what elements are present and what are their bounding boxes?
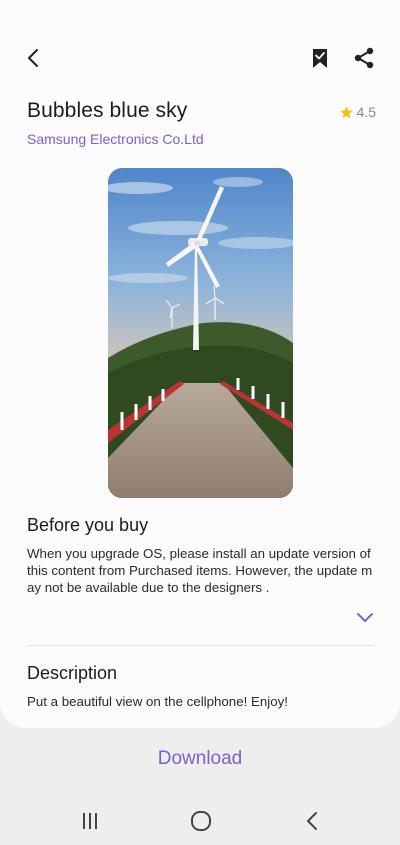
recents-icon — [83, 813, 97, 829]
section-divider — [27, 645, 375, 646]
download-button[interactable]: Download — [0, 748, 400, 770]
rating: 4.5 — [339, 104, 376, 120]
before-you-buy-text: When you upgrade OS, please install an u… — [27, 546, 373, 595]
detail-card: Bubbles blue sky 4.5 Samsung Electronics… — [0, 0, 400, 728]
home-icon — [191, 811, 211, 831]
back-icon — [307, 812, 317, 830]
description-heading: Description — [27, 663, 118, 683]
publisher-link[interactable]: Samsung Electronics Co.Ltd — [27, 131, 204, 147]
bookmark-button[interactable] — [308, 46, 332, 70]
system-navigation-bar — [0, 800, 400, 845]
bookmark-check-icon — [313, 49, 327, 68]
theme-preview-image[interactable] — [108, 168, 293, 498]
chevron-down-icon — [357, 613, 373, 622]
recents-button[interactable] — [75, 808, 105, 834]
description-text: Put a beautiful view on the cellphone! E… — [27, 694, 288, 709]
share-button[interactable] — [352, 46, 376, 70]
chevron-left-icon — [28, 49, 38, 67]
wind-turbine-landscape — [108, 168, 293, 498]
before-you-buy-heading: Before you buy — [27, 515, 149, 535]
back-button[interactable] — [22, 46, 46, 70]
home-button[interactable] — [186, 808, 216, 834]
back-nav-button[interactable] — [298, 808, 328, 834]
theme-title: Bubbles blue sky — [27, 99, 188, 122]
share-icon — [354, 47, 374, 69]
rating-value: 4.5 — [356, 104, 376, 120]
expand-button[interactable] — [355, 610, 375, 624]
star-icon — [339, 105, 353, 118]
